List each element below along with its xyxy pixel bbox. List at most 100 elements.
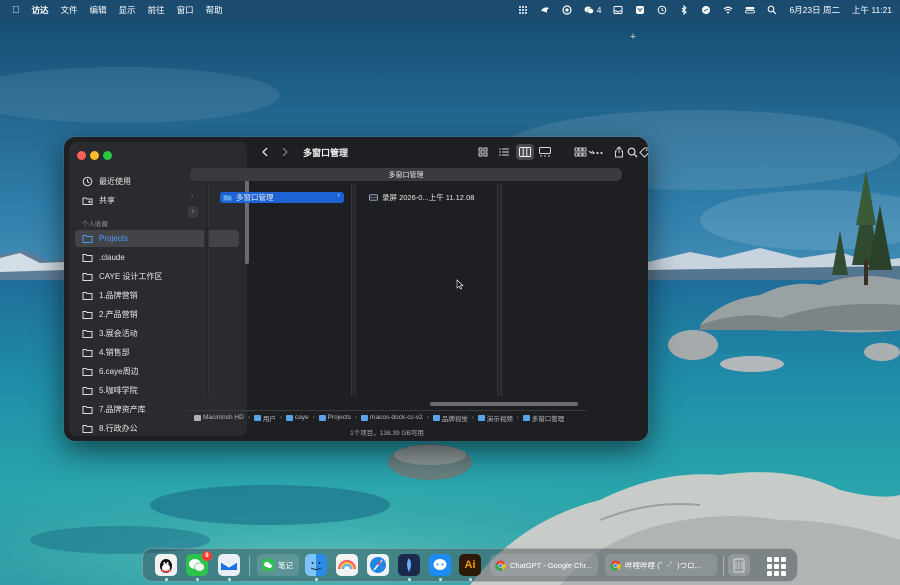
clock-icon bbox=[82, 176, 93, 187]
column-item-folder[interactable]: 多窗口管理 › bbox=[220, 192, 344, 203]
share-button[interactable] bbox=[612, 144, 626, 160]
path-separator: › bbox=[247, 414, 250, 421]
sidebar-item-favorite[interactable]: 3.展会活动 bbox=[75, 325, 239, 342]
path-segment[interactable]: caye bbox=[285, 414, 309, 421]
path-segment[interactable]: 用户 bbox=[253, 413, 276, 423]
path-segment[interactable]: macos-dock-cc-v2 bbox=[361, 414, 423, 421]
path-segment[interactable]: 演示视频 bbox=[477, 413, 513, 423]
more-actions-button[interactable] bbox=[590, 146, 604, 160]
folder-icon bbox=[361, 414, 369, 421]
menu-edit[interactable]: 编辑 bbox=[90, 4, 107, 16]
dock-illustrator[interactable]: Ai bbox=[459, 554, 481, 576]
folder-icon bbox=[82, 252, 93, 263]
back-button[interactable] bbox=[258, 144, 272, 160]
folder-icon bbox=[522, 414, 530, 421]
tab-current[interactable]: 多窗口管理 bbox=[190, 168, 622, 181]
control-center-icon[interactable] bbox=[745, 5, 756, 15]
menubar-date[interactable]: 6月23日 周二 bbox=[789, 4, 840, 16]
folder-icon bbox=[318, 414, 326, 421]
chrome-icon bbox=[610, 560, 621, 571]
time-machine-icon[interactable] bbox=[657, 5, 667, 15]
path-segment[interactable]: 品牌视觉 bbox=[432, 413, 468, 423]
sidebar-item-favorite[interactable]: CAYE 设计工作区 bbox=[75, 268, 239, 285]
dock-app-dark[interactable] bbox=[398, 554, 420, 576]
menu-view[interactable]: 显示 bbox=[119, 4, 136, 16]
focus-icon[interactable] bbox=[701, 5, 711, 15]
new-tab-button[interactable]: + bbox=[626, 30, 640, 44]
path-segment[interactable]: Macintosh HD bbox=[194, 414, 244, 421]
bird-icon[interactable] bbox=[540, 5, 550, 15]
path-segment-label: Macintosh HD bbox=[203, 414, 244, 421]
folder-icon bbox=[82, 290, 93, 301]
openai-icon[interactable] bbox=[562, 5, 572, 15]
sidebar-item-favorite[interactable]: Projects bbox=[75, 230, 239, 247]
column-divider[interactable] bbox=[497, 184, 502, 396]
running-indicator bbox=[439, 578, 442, 581]
sidebar-scrollbar[interactable] bbox=[245, 172, 249, 264]
menubar-time[interactable]: 上午 11:21 bbox=[852, 4, 892, 16]
column-view-button[interactable] bbox=[516, 144, 534, 160]
path-segment[interactable]: 多窗口管理 bbox=[522, 413, 564, 423]
folder-icon bbox=[82, 385, 93, 396]
column-item-label: 多窗口管理 bbox=[236, 193, 274, 202]
launchpad-icon[interactable] bbox=[765, 555, 787, 577]
sidebar-item-favorite[interactable]: 1.品牌营销 bbox=[75, 287, 239, 304]
compass-icon bbox=[370, 557, 386, 573]
zoom-button[interactable] bbox=[103, 151, 112, 160]
sidebar-item-label: 8.行政办公 bbox=[99, 424, 138, 433]
column-divider[interactable] bbox=[204, 184, 209, 396]
menu-window[interactable]: 窗口 bbox=[177, 4, 194, 16]
wechat-icon bbox=[262, 559, 274, 571]
sidebar-item-shared[interactable]: 共享 bbox=[75, 192, 239, 209]
dock-window-bilibili[interactable]: 哔哩哔哩 (゜-゜)つロ... bbox=[605, 554, 717, 576]
path-segment-label: 品牌视觉 bbox=[441, 415, 468, 423]
dock-qq[interactable] bbox=[155, 554, 177, 576]
search-button[interactable] bbox=[625, 145, 639, 159]
forward-button[interactable] bbox=[278, 144, 292, 160]
gallery-view-button[interactable] bbox=[536, 144, 554, 160]
dock-app-blue[interactable] bbox=[429, 554, 451, 576]
dock-window-chatgpt[interactable]: ChatGPT - Google Chr... bbox=[490, 554, 598, 576]
sidebar-item-favorite[interactable]: 2.产品营销 bbox=[75, 306, 239, 323]
search-icon bbox=[627, 147, 637, 157]
status-app-icon[interactable] bbox=[635, 5, 645, 15]
dock-app-rainbow[interactable] bbox=[336, 554, 358, 576]
menu-file[interactable]: 文件 bbox=[61, 4, 78, 16]
menu-help[interactable]: 帮助 bbox=[206, 4, 223, 16]
list-view-button[interactable] bbox=[495, 144, 513, 160]
sidebar-item-favorite[interactable]: 5.咖啡学院 bbox=[75, 382, 239, 399]
wechat-status[interactable]: 4 bbox=[584, 5, 601, 15]
path-segment[interactable]: Projects bbox=[318, 414, 351, 421]
dock-trash[interactable] bbox=[728, 554, 750, 576]
dock-window-notes[interactable]: 笔记 bbox=[257, 554, 299, 576]
chevron-left-icon bbox=[262, 147, 268, 157]
search-spotlight-icon[interactable] bbox=[767, 5, 777, 15]
menu-go[interactable]: 前往 bbox=[148, 4, 165, 16]
bluetooth-icon[interactable] bbox=[679, 5, 689, 15]
dock-mail[interactable] bbox=[218, 554, 240, 576]
dock-finder[interactable] bbox=[305, 554, 327, 576]
apple-menu-icon[interactable]:  bbox=[12, 5, 20, 16]
menu-app-name[interactable]: 访达 bbox=[32, 4, 49, 16]
column-divider[interactable] bbox=[351, 184, 356, 396]
path-separator: › bbox=[279, 414, 282, 421]
sidebar-item-label: 3.展会活动 bbox=[99, 329, 138, 338]
dock-separator bbox=[249, 556, 250, 576]
wifi-icon[interactable] bbox=[723, 5, 733, 15]
close-button[interactable] bbox=[77, 151, 86, 160]
path-segment-label: 演示视频 bbox=[486, 415, 513, 423]
sidebar-item-favorite[interactable]: .claude bbox=[75, 249, 239, 266]
horizontal-scrollbar[interactable] bbox=[430, 402, 578, 406]
dots-grid-icon[interactable] bbox=[518, 5, 528, 15]
sidebar-item-favorite[interactable]: 4.销售部 bbox=[75, 344, 239, 361]
column-item-file[interactable]: 录屏 2026-0...上午 11.12.08 bbox=[366, 192, 496, 203]
tab-label: 多窗口管理 bbox=[388, 171, 424, 179]
icon-view-button[interactable] bbox=[474, 144, 492, 160]
inbox-icon[interactable] bbox=[613, 5, 623, 15]
sidebar-item-favorite[interactable]: 6.caye周边 bbox=[75, 363, 239, 380]
dock-safari[interactable] bbox=[367, 554, 389, 576]
minimize-button[interactable] bbox=[90, 151, 99, 160]
ellipsis-icon bbox=[591, 151, 603, 155]
sidebar-item-label: 4.销售部 bbox=[99, 348, 130, 357]
column-resize-handle[interactable]: › bbox=[188, 206, 198, 218]
